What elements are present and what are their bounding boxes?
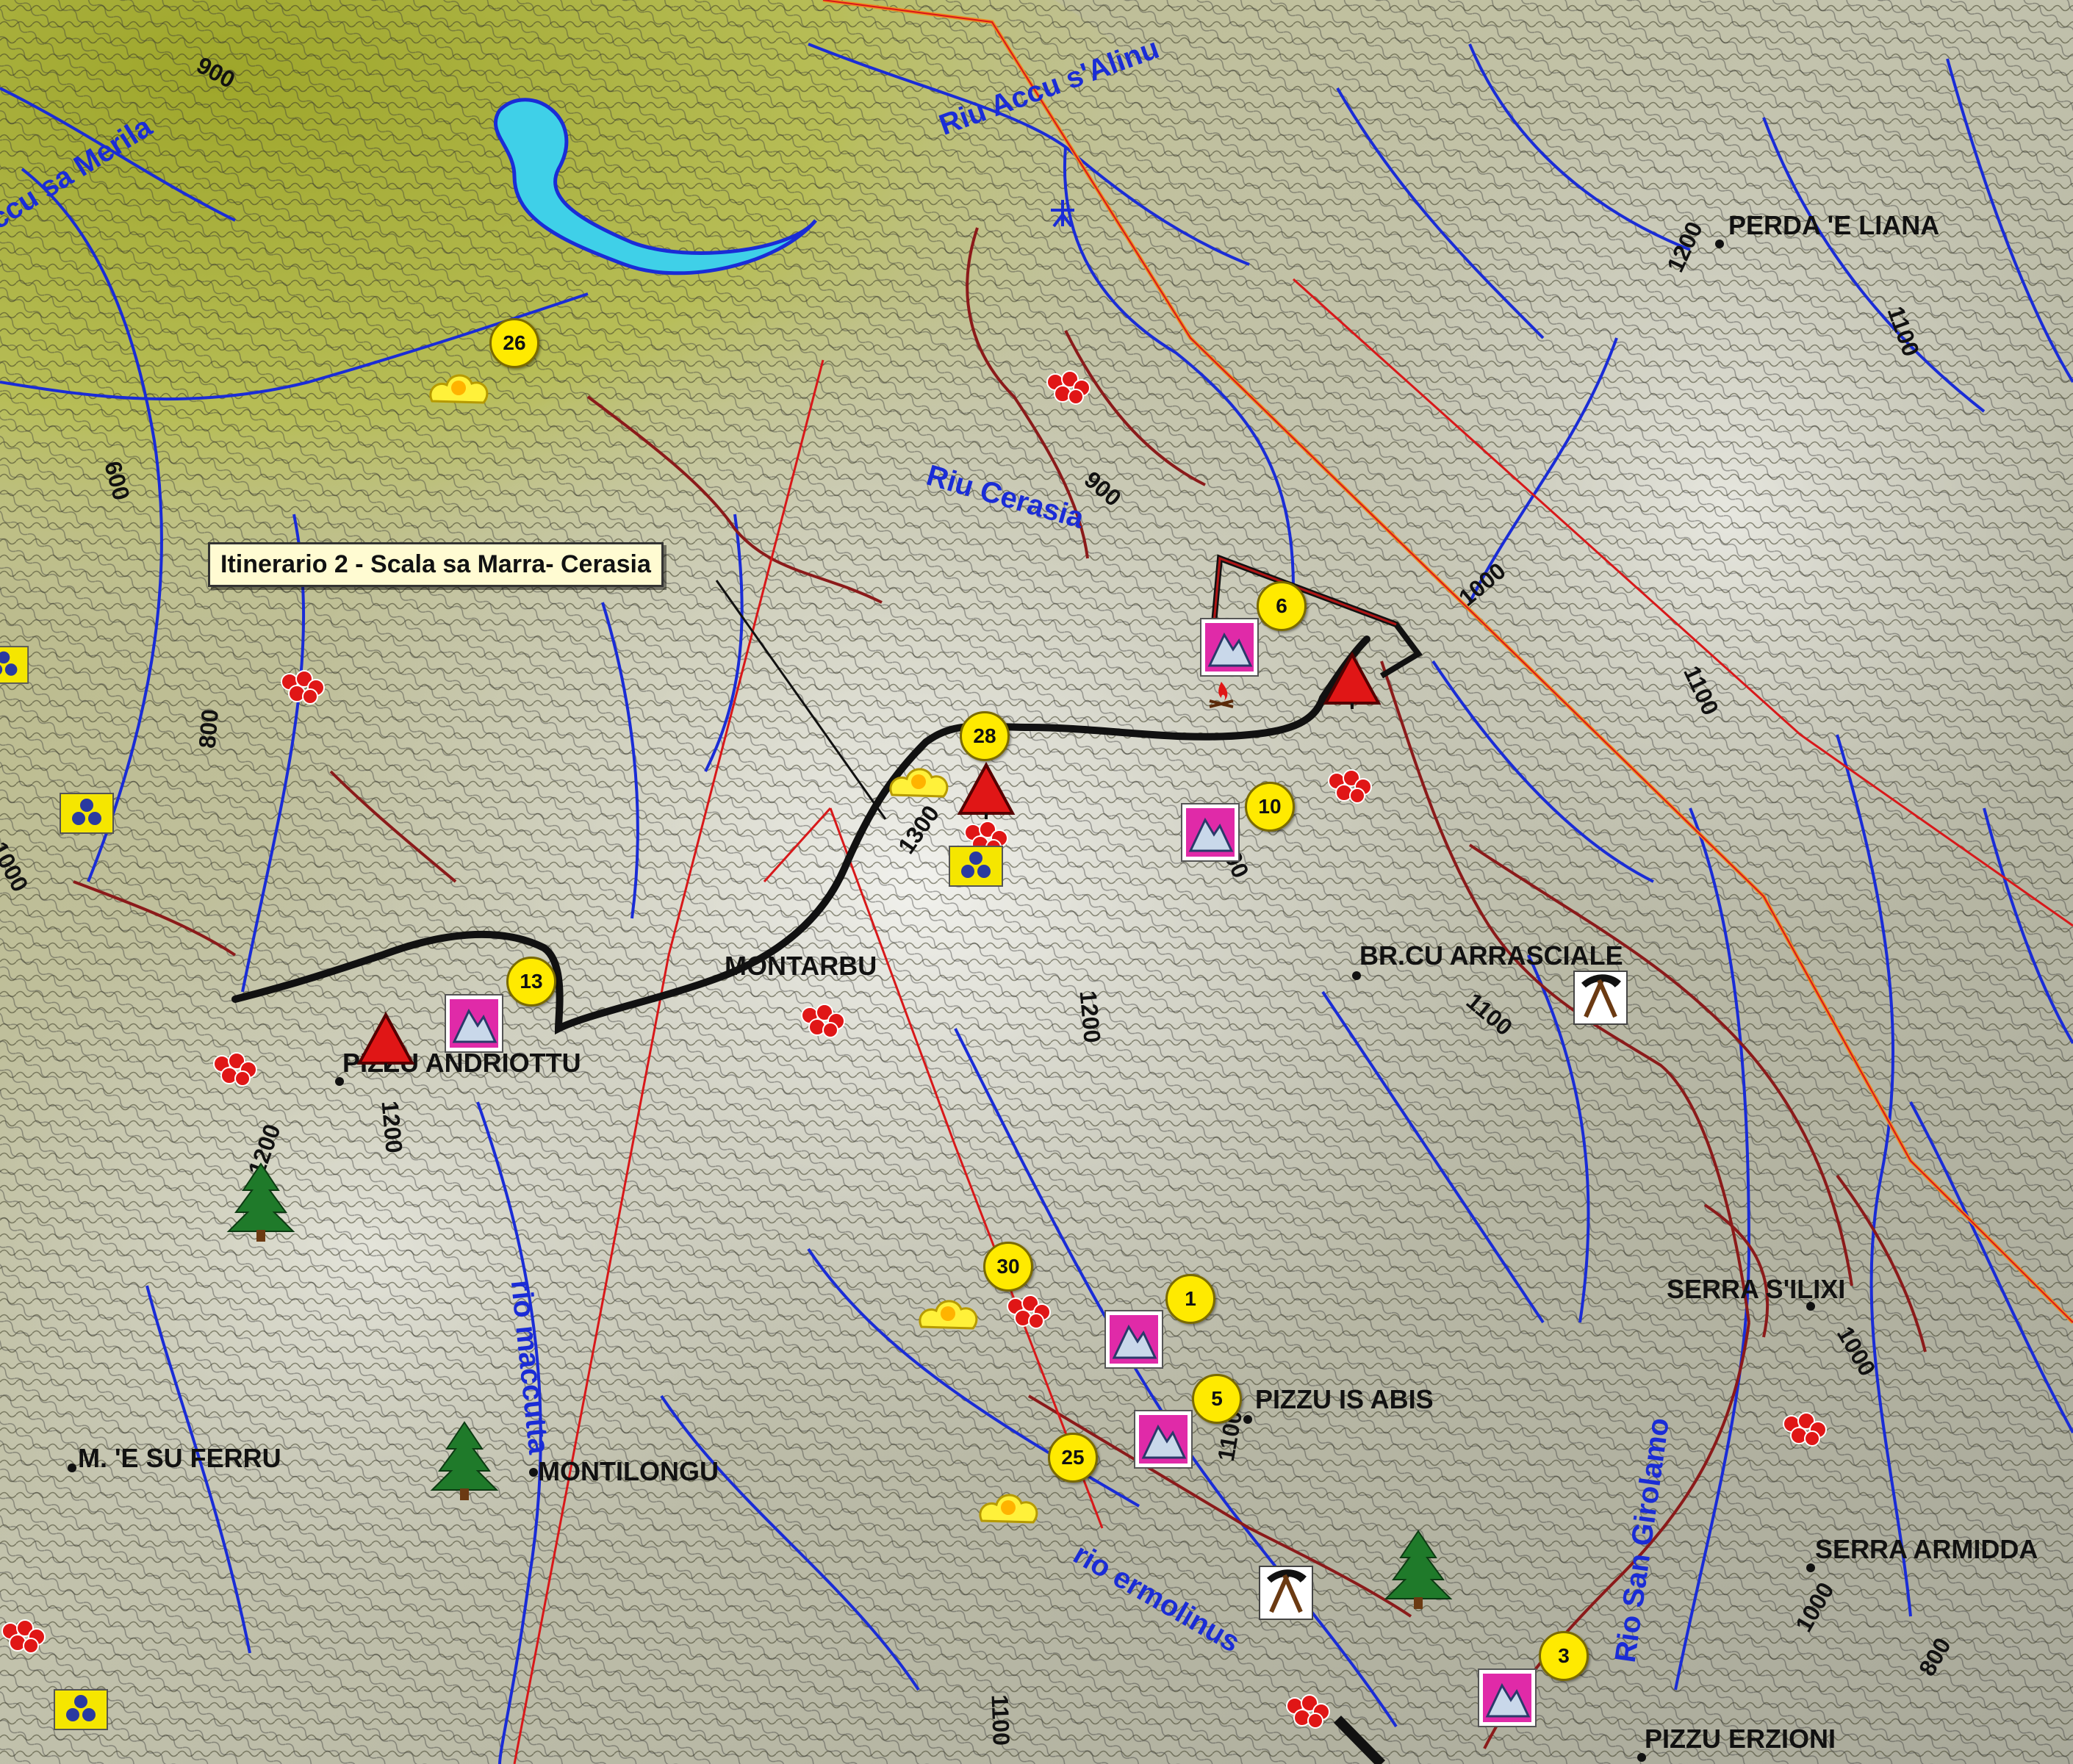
waypoint-badge[interactable]: 25	[1048, 1433, 1098, 1483]
place-dot	[1715, 240, 1724, 248]
place-serra-s-ilixi[interactable]: SERRA S'ILIXI	[1667, 1274, 1845, 1305]
sun-cloud-icon[interactable]	[916, 1286, 980, 1337]
contour-label: 1200	[376, 1099, 408, 1154]
place-pizzu-is-abis[interactable]: PIZZU IS ABIS	[1255, 1384, 1434, 1415]
pine-tree-icon[interactable]	[428, 1419, 501, 1502]
mountain-view-icon[interactable]	[1104, 1309, 1164, 1369]
waypoint-badge[interactable]: 30	[983, 1242, 1033, 1292]
waypoint-badge[interactable]: 1	[1165, 1274, 1215, 1324]
flower-icon[interactable]	[212, 1051, 259, 1087]
topographic-map[interactable]: Itinerario 2 - Scala sa Marra- Cerasia P…	[0, 0, 2073, 1764]
place-montilongu[interactable]: MONTILONGU	[538, 1456, 719, 1487]
place-dot	[529, 1468, 538, 1477]
flower-icon[interactable]	[279, 669, 326, 705]
mountain-view-icon[interactable]	[1199, 617, 1260, 677]
place-serra-armidda[interactable]: SERRA ARMIDDA	[1815, 1534, 2038, 1565]
fruit-cluster-icon[interactable]	[948, 845, 1004, 888]
waypoint-badge[interactable]: 10	[1245, 782, 1295, 832]
contour-label: 1200	[1074, 989, 1106, 1044]
campfire-icon[interactable]	[1205, 679, 1237, 711]
mountain-view-icon[interactable]	[444, 993, 504, 1054]
waypoint-badge[interactable]: 13	[506, 957, 556, 1007]
place-dot	[68, 1464, 76, 1472]
pine-tree-icon[interactable]	[1382, 1528, 1455, 1610]
flower-icon[interactable]	[1005, 1293, 1052, 1330]
pickaxe-icon[interactable]	[1258, 1565, 1314, 1621]
viewpoint-arrow-icon[interactable]	[1046, 197, 1079, 229]
waypoint-badge[interactable]: 6	[1257, 581, 1307, 631]
place-perda-e-liana[interactable]: PERDA 'E LIANA	[1728, 210, 1939, 241]
flower-icon[interactable]	[800, 1002, 847, 1039]
waypoint-badge[interactable]: 28	[960, 711, 1010, 761]
waypoint-badge[interactable]: 26	[489, 318, 539, 368]
pickaxe-icon[interactable]	[1573, 970, 1628, 1026]
mountain-view-icon[interactable]	[1180, 802, 1240, 863]
place-pizzu-erzioni[interactable]: PIZZU ERZIONI	[1645, 1724, 1836, 1754]
mountain-view-icon[interactable]	[1477, 1668, 1537, 1728]
contour-label: 800	[193, 708, 224, 750]
fruit-cluster-icon[interactable]	[53, 1688, 109, 1731]
flower-icon[interactable]	[1045, 369, 1092, 406]
fruit-cluster-icon[interactable]	[59, 792, 115, 835]
fruit-cluster-icon[interactable]	[0, 644, 29, 686]
waypoint-badge[interactable]: 5	[1192, 1374, 1242, 1424]
waypoint-badge[interactable]: 3	[1539, 1631, 1589, 1681]
contour-label: 1100	[986, 1693, 1015, 1746]
place-dot	[1806, 1563, 1815, 1572]
summit-triangle-icon[interactable]	[1323, 650, 1382, 709]
place-montarbu[interactable]: MONTARBU	[725, 951, 877, 982]
mountain-view-icon[interactable]	[1133, 1409, 1193, 1469]
place-br-cu-arrasciale[interactable]: BR.CU ARRASCIALE	[1359, 940, 1623, 971]
pine-tree-icon[interactable]	[224, 1161, 298, 1243]
flower-icon[interactable]	[1285, 1693, 1332, 1729]
place-dot	[1352, 971, 1361, 980]
flower-icon[interactable]	[1326, 768, 1373, 804]
summit-triangle-icon[interactable]	[356, 1010, 415, 1069]
sun-cloud-icon[interactable]	[886, 754, 951, 805]
sun-cloud-icon[interactable]	[976, 1480, 1041, 1531]
summit-triangle-icon[interactable]	[957, 760, 1016, 819]
sun-cloud-icon[interactable]	[426, 360, 491, 411]
place-m-e-su-ferru[interactable]: M. 'E SU FERRU	[78, 1443, 281, 1474]
itinerary-callout[interactable]: Itinerario 2 - Scala sa Marra- Cerasia	[208, 542, 664, 587]
flower-icon[interactable]	[0, 1618, 47, 1655]
flower-icon[interactable]	[1781, 1411, 1828, 1447]
